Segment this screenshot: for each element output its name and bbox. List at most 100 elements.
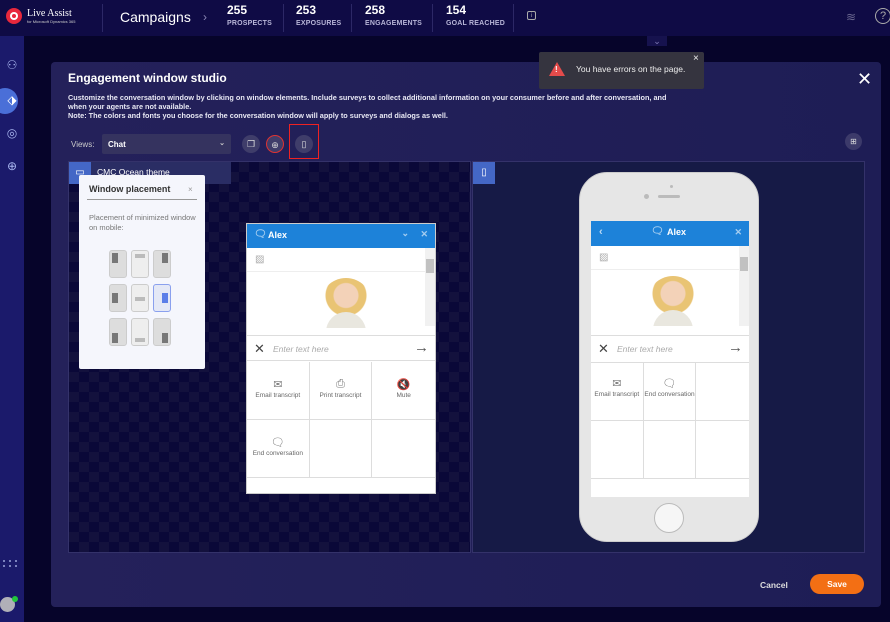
tag-icon[interactable]: ⬗ <box>0 93 24 107</box>
placement-bottom-center[interactable] <box>131 318 149 346</box>
top-bar: Live Assist for Microsoft Dynamics 365 C… <box>0 0 890 36</box>
error-toast: You have errors on the page. × <box>539 52 704 89</box>
save-button[interactable]: Save <box>810 574 864 594</box>
stat-prospects[interactable]: 255 PROSPECTS <box>227 3 272 27</box>
close-icon[interactable]: ✕ <box>857 69 872 90</box>
mobile-actions-grid: ✉ Email transcript 🗨 End conversation <box>591 363 749 479</box>
scroll-thumb[interactable] <box>426 259 434 273</box>
user-circle-icon[interactable]: ◎ <box>0 126 24 140</box>
action-email-transcript[interactable]: ✉ Email transcript <box>591 363 644 421</box>
chevron-down-icon: ⌄ <box>219 140 225 147</box>
stat-label: PROSPECTS <box>227 20 272 27</box>
online-status-icon <box>12 596 18 602</box>
message-input[interactable]: Enter text here <box>273 344 329 354</box>
stat-value: 255 <box>227 3 248 17</box>
logo-subtext: for Microsoft Dynamics 365 <box>27 18 76 24</box>
action-empty[interactable] <box>309 420 373 478</box>
layers-icon[interactable]: ≋ <box>846 10 856 24</box>
mute-icon: 🔇 <box>396 379 411 391</box>
close-icon[interactable]: × <box>188 185 193 194</box>
close-icon[interactable]: ✕ <box>420 229 428 240</box>
action-label: End conversation <box>252 450 303 457</box>
scrollbar[interactable] <box>739 246 749 326</box>
placement-middle-center[interactable] <box>131 284 149 312</box>
page-title[interactable]: Campaigns <box>120 9 191 25</box>
action-empty[interactable] <box>372 420 435 478</box>
stat-label: EXPOSURES <box>296 20 342 27</box>
placement-top-left[interactable] <box>109 250 127 278</box>
scrollbar[interactable] <box>425 248 435 326</box>
add-icon[interactable]: ⊕ <box>266 135 284 153</box>
views-select[interactable]: Chat ⌄ <box>102 134 231 154</box>
stat-value: 258 <box>365 3 386 17</box>
divider <box>513 4 514 32</box>
clear-icon[interactable]: ✕ <box>598 341 609 357</box>
placement-top-right[interactable] <box>153 250 171 278</box>
action-empty[interactable] <box>591 421 644 479</box>
divider <box>102 4 103 32</box>
chat-bubble-icon: 🗨 <box>254 229 267 240</box>
toast-message: You have errors on the page. <box>576 64 686 74</box>
send-icon[interactable]: → <box>728 339 743 356</box>
cancel-button[interactable]: Cancel <box>760 580 788 590</box>
chevron-down-icon[interactable]: ⌄ <box>647 36 667 46</box>
phone-frame: ‹ 🗨 Alex ✕ ▨ ✕ Enter text here → ✉ Email … <box>579 172 759 542</box>
scroll-thumb[interactable] <box>740 257 748 271</box>
help-icon[interactable]: ? <box>875 8 890 24</box>
clear-icon[interactable]: ✕ <box>254 341 265 357</box>
image-placeholder-row[interactable]: ▨ <box>247 248 425 272</box>
action-end-conversation[interactable]: 🗨 End conversation <box>643 363 697 421</box>
print-icon: ⎙ <box>336 378 345 390</box>
image-placeholder-row[interactable]: ▨ <box>591 246 739 270</box>
mobile-chat-window[interactable]: ‹ 🗨 Alex ✕ ▨ ✕ Enter text here → ✉ Email … <box>591 221 749 497</box>
stat-value: 253 <box>296 3 317 17</box>
mobile-icon[interactable]: ▯ <box>473 162 495 184</box>
description-text: Customize the conversation window by cli… <box>68 93 667 111</box>
preview-icon[interactable]: ⊞ <box>845 133 862 150</box>
action-label: End conversation <box>644 391 695 398</box>
stat-exposures[interactable]: 253 EXPOSURES <box>296 3 341 27</box>
stat-goal-reached[interactable]: 154 GOAL REACHED <box>446 3 505 27</box>
desktop-chat-window[interactable]: 🗨 Alex ⌄ ✕ ▨ ✕ Enter text here → ✉ Email … <box>246 223 436 494</box>
close-icon[interactable]: ✕ <box>734 227 742 238</box>
action-empty[interactable] <box>696 363 749 421</box>
modal-description: Customize the conversation window by cli… <box>68 93 668 120</box>
email-icon: ✉ <box>273 379 283 391</box>
action-email-transcript[interactable]: ✉ Email transcript <box>247 362 310 420</box>
action-empty[interactable] <box>643 421 697 479</box>
agent-icon[interactable]: ⚇ <box>0 58 24 72</box>
desktop-actions-grid: ✉ Email transcript ⎙ Print transcript 🔇 Mut… <box>247 362 435 478</box>
action-print-transcript[interactable]: ⎙ Print transcript <box>309 362 373 420</box>
placement-bottom-left[interactable] <box>109 318 127 346</box>
end-conversation-icon: 🗨 <box>270 437 285 449</box>
bot-icon[interactable]: ⊕ <box>0 159 24 173</box>
divider <box>351 4 352 32</box>
action-label: Email transcript <box>594 391 640 398</box>
chat-header[interactable]: ‹ 🗨 Alex ✕ <box>591 221 749 246</box>
chat-header[interactable]: 🗨 Alex ⌄ ✕ <box>247 224 435 248</box>
image-icon: ▨ <box>599 252 609 263</box>
end-conversation-icon: 🗨 <box>662 378 677 390</box>
action-mute[interactable]: 🔇 Mute <box>372 362 435 420</box>
stat-label: GOAL REACHED <box>446 20 506 27</box>
send-icon[interactable]: → <box>414 339 429 356</box>
placement-middle-left[interactable] <box>109 284 127 312</box>
back-icon[interactable]: ‹ <box>599 226 603 238</box>
placement-top-center[interactable] <box>131 250 149 278</box>
message-input[interactable]: Enter text here <box>617 344 673 354</box>
info-icon[interactable]: i <box>527 11 536 20</box>
apps-grid-icon[interactable] <box>3 560 17 567</box>
action-empty[interactable] <box>696 421 749 479</box>
logo-icon <box>6 8 22 24</box>
copy-icon[interactable]: ❐ <box>242 135 260 153</box>
minimize-icon[interactable]: ⌄ <box>401 228 409 239</box>
chevron-right-icon: › <box>203 10 207 24</box>
placement-grid <box>109 250 171 346</box>
action-end-conversation[interactable]: 🗨 End conversation <box>247 420 310 478</box>
home-button <box>654 503 684 533</box>
close-icon[interactable]: × <box>693 53 699 64</box>
divider <box>283 4 284 32</box>
placement-bottom-right[interactable] <box>153 318 171 346</box>
placement-middle-right[interactable] <box>153 284 171 312</box>
stat-engagements[interactable]: 258 ENGAGEMENTS <box>365 3 422 27</box>
